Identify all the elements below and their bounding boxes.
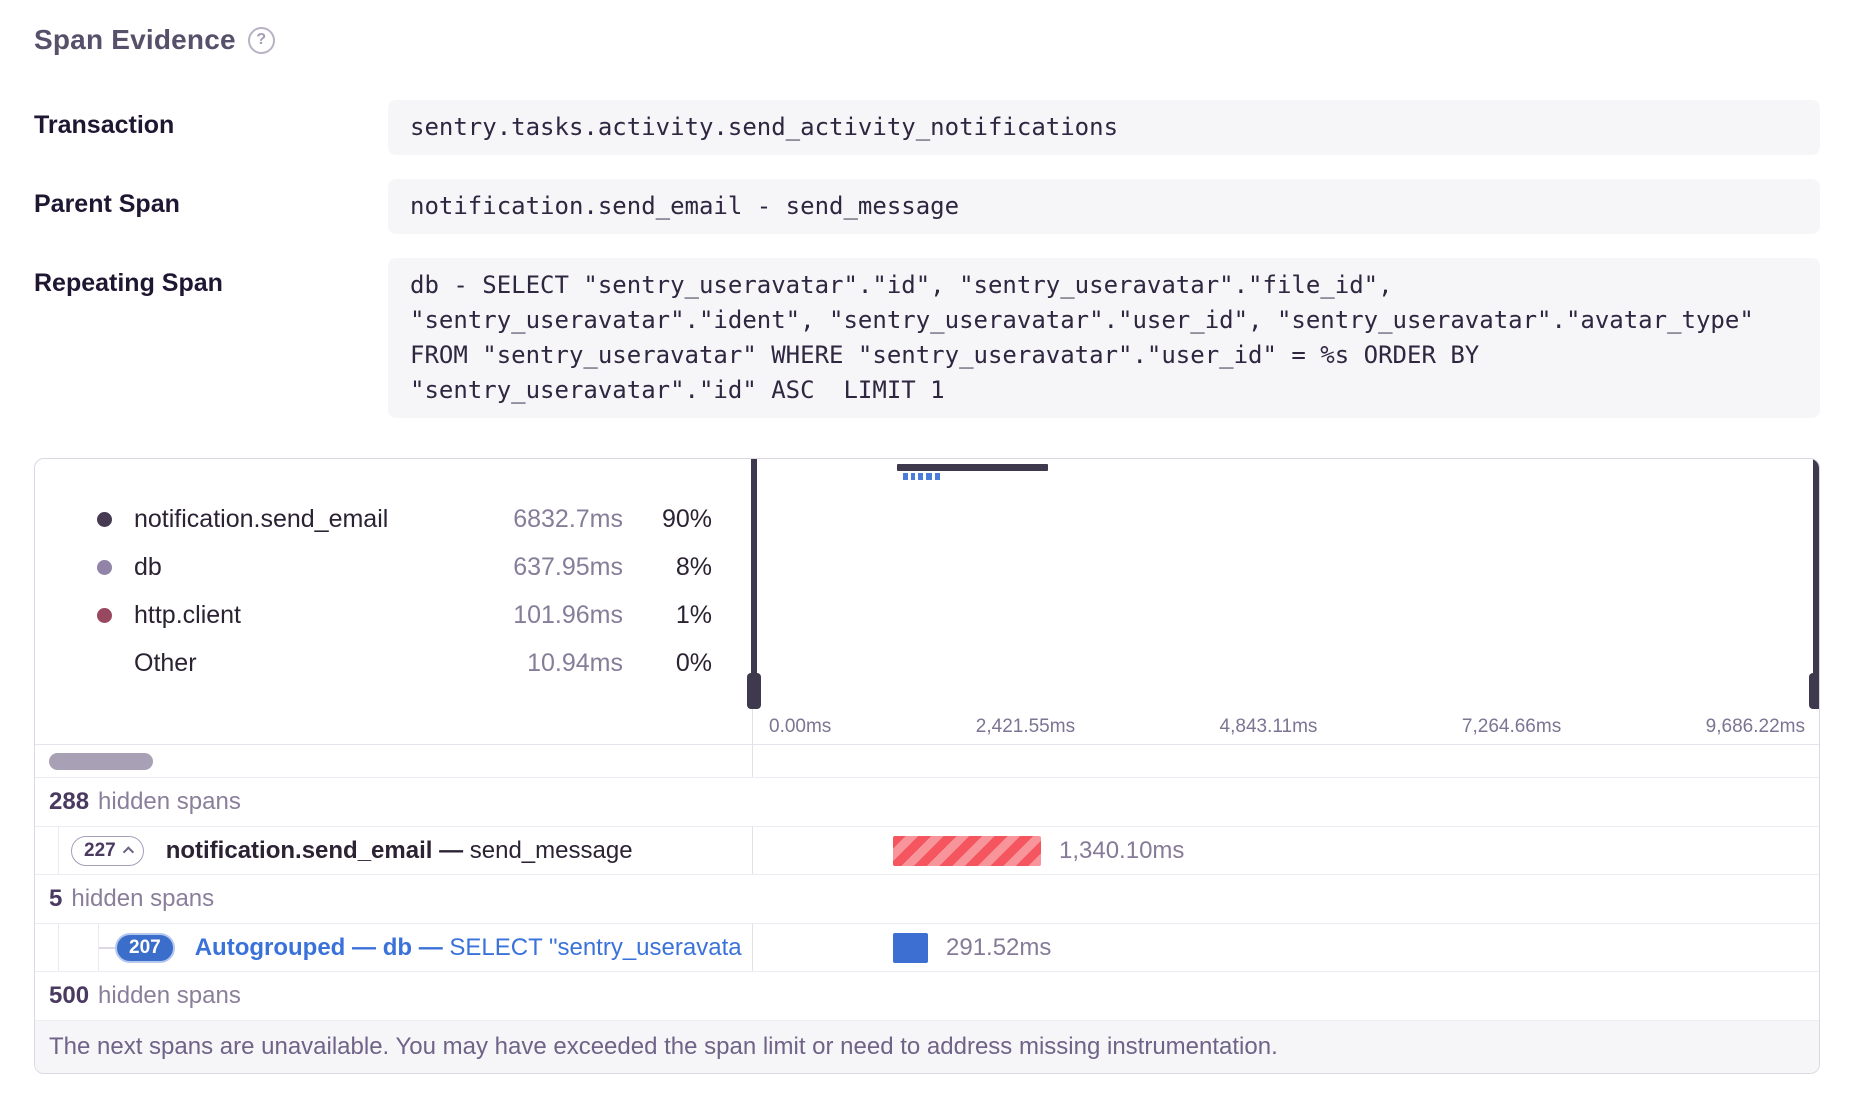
separator-dash: —	[352, 934, 376, 961]
span-limit-notice: The next spans are unavailable. You may …	[35, 1021, 1819, 1073]
help-icon[interactable]: ?	[248, 27, 275, 54]
op-color-dot	[97, 608, 112, 623]
op-duration: 637.95ms	[453, 553, 623, 582]
hidden-spans-label: hidden spans	[98, 982, 241, 1010]
tree-indent-guide	[59, 924, 99, 971]
axis-tick: 9,686.22ms	[1706, 716, 1805, 738]
tree-indent-guide	[35, 924, 59, 971]
op-percent: 1%	[623, 601, 712, 630]
legend-row-other: Other 10.94ms 0%	[97, 639, 712, 687]
span-duration-label: 1,340.10ms	[1059, 837, 1184, 865]
hidden-spans-label: hidden spans	[98, 788, 241, 816]
op-duration: 6832.7ms	[453, 505, 623, 534]
span-limit-notice-text: The next spans are unavailable. You may …	[49, 1033, 1278, 1061]
minimap-right-grip[interactable]	[1809, 673, 1820, 709]
span-row-autogrouped-db: 207 Autogrouped — db — SELECT "sentry_us…	[35, 924, 1819, 972]
span-duration-bar-striped[interactable]	[893, 836, 1041, 866]
hidden-spans-count: 5	[49, 885, 62, 913]
op-color-dot	[97, 560, 112, 575]
minimap-autogroup-mark	[935, 473, 940, 480]
op-name: http.client	[134, 601, 453, 630]
legend-row-http-client: http.client 101.96ms 1%	[97, 591, 712, 639]
hidden-spans-label: hidden spans	[71, 885, 214, 913]
span-group-count: 227	[84, 840, 116, 862]
span-description: SELECT "sentry_useravata	[449, 934, 741, 961]
span-row-description-cell: 227 notification.send_email — send_messa…	[35, 827, 753, 874]
separator-dash: —	[439, 837, 463, 864]
parent-span-label: Parent Span	[34, 179, 388, 234]
span-op: db	[383, 934, 412, 961]
ops-breakdown-legend: notification.send_email 6832.7ms 90% db …	[35, 459, 753, 709]
repeating-span-value: db - SELECT "sentry_useravatar"."id", "s…	[388, 258, 1820, 418]
parent-span-value: notification.send_email - send_message	[388, 179, 1820, 234]
page-title: Span Evidence	[34, 24, 236, 56]
autogroup-badge[interactable]: 207	[115, 933, 175, 963]
op-name: notification.send_email	[134, 505, 453, 534]
time-axis-ticks: 0.00ms 2,421.55ms 4,843.11ms 7,264.66ms …	[753, 709, 1819, 744]
op-duration: 10.94ms	[453, 649, 623, 678]
hidden-spans-count: 288	[49, 788, 89, 816]
breakdown-and-minimap: notification.send_email 6832.7ms 90% db …	[35, 459, 1819, 709]
axis-tick: 0.00ms	[769, 716, 831, 738]
span-group-badge[interactable]: 227	[71, 836, 144, 866]
list-scrollbar-row	[35, 745, 1819, 778]
span-duration-label: 291.52ms	[946, 934, 1051, 962]
minimap-right-handle[interactable]	[1813, 459, 1819, 709]
span-duration-bar-blue[interactable]	[893, 933, 928, 963]
autogroup-prefix: Autogrouped	[195, 934, 346, 961]
trace-minimap[interactable]	[753, 459, 1819, 709]
axis-tick: 4,843.11ms	[1220, 716, 1318, 738]
span-row-send-email-group: 227 notification.send_email — send_messa…	[35, 827, 1819, 875]
op-name: db	[134, 553, 453, 582]
span-row-duration-cell: 1,340.10ms	[753, 827, 1819, 874]
minimap-left-grip[interactable]	[747, 673, 761, 709]
hidden-spans-count: 500	[49, 982, 89, 1010]
chevron-up-icon	[122, 846, 133, 857]
transaction-label: Transaction	[34, 100, 388, 155]
scrollbar-track	[35, 745, 753, 777]
autogroup-count: 207	[129, 937, 161, 959]
op-percent: 90%	[623, 505, 712, 534]
op-duration: 101.96ms	[453, 601, 623, 630]
axis-left-spacer	[35, 709, 753, 744]
legend-row-db: db 637.95ms 8%	[97, 543, 712, 591]
minimap-autogroup-mark	[918, 473, 923, 480]
transaction-value: sentry.tasks.activity.send_activity_noti…	[388, 100, 1820, 155]
op-color-dot	[97, 512, 112, 527]
separator-dash: —	[419, 934, 443, 961]
hidden-spans-row-mid: 5 hidden spans	[35, 875, 1819, 924]
tree-connector-line	[99, 947, 115, 949]
axis-tick: 7,264.66ms	[1462, 716, 1561, 738]
minimap-span-bar	[897, 464, 1048, 471]
minimap-left-handle[interactable]	[751, 459, 757, 709]
minimap-autogroup-mark	[911, 473, 915, 480]
minimap-autogroup-mark	[926, 473, 932, 480]
op-name: Other	[134, 649, 453, 678]
minimap-autogroup-mark	[903, 473, 908, 480]
repeating-span-label: Repeating Span	[34, 258, 388, 418]
legend-row-send-email: notification.send_email 6832.7ms 90%	[97, 495, 712, 543]
hidden-spans-row-below: 500 hidden spans	[35, 972, 1819, 1021]
span-evidence-page: Span Evidence ? Transaction sentry.tasks…	[0, 0, 1852, 418]
span-row-duration-cell: 291.52ms	[753, 924, 1819, 971]
evidence-table: Transaction sentry.tasks.activity.send_a…	[34, 100, 1820, 418]
section-header: Span Evidence ?	[34, 24, 1820, 56]
span-op: notification.send_email	[166, 837, 433, 864]
autogroup-link[interactable]: Autogrouped — db — SELECT "sentry_userav…	[195, 934, 742, 962]
horizontal-scrollbar-thumb[interactable]	[49, 753, 153, 770]
op-percent: 0%	[623, 649, 712, 678]
op-percent: 8%	[623, 553, 712, 582]
time-axis: 0.00ms 2,421.55ms 4,843.11ms 7,264.66ms …	[35, 709, 1819, 745]
hidden-spans-row-above: 288 hidden spans	[35, 778, 1819, 827]
span-description: send_message	[470, 837, 633, 864]
tree-indent-guide	[35, 827, 59, 874]
axis-tick: 2,421.55ms	[976, 716, 1075, 738]
span-row-title: notification.send_email — send_message	[166, 837, 633, 865]
span-row-description-cell: 207 Autogrouped — db — SELECT "sentry_us…	[35, 924, 753, 971]
span-tree-panel: notification.send_email 6832.7ms 90% db …	[34, 458, 1820, 1074]
